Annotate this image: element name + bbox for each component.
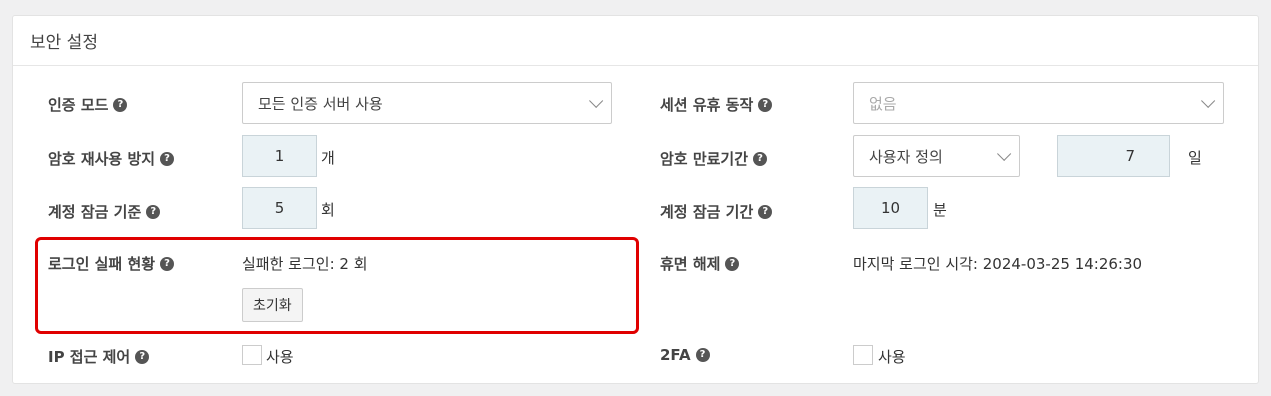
last-login-time: 마지막 로그인 시각: 2024-03-25 14:26:30 xyxy=(853,255,1143,273)
panel-title: 보안 설정 xyxy=(13,16,1258,66)
question-circle-icon[interactable]: ? xyxy=(758,97,773,112)
ip-access-label: IP 접근 제어 ? xyxy=(48,346,150,367)
question-circle-icon[interactable]: ? xyxy=(135,349,150,364)
lock-duration-input[interactable]: 10 xyxy=(853,187,928,229)
pw-expiry-mode-select[interactable]: 사용자 정의 xyxy=(853,135,1020,177)
lock-threshold-unit: 회 xyxy=(321,201,335,219)
chevron-down-icon xyxy=(1201,93,1216,108)
lock-threshold-input[interactable]: 5 xyxy=(242,187,317,229)
two-fa-checkbox-label: 사용 xyxy=(878,348,906,366)
pw-expiry-days-input[interactable]: 7 xyxy=(1057,135,1170,177)
reset-button[interactable]: 초기화 xyxy=(242,288,303,322)
login-fail-label: 로그인 실패 현황 ? xyxy=(48,253,175,274)
ip-access-checkbox-label: 사용 xyxy=(266,348,294,366)
question-circle-icon[interactable]: ? xyxy=(160,256,175,271)
question-circle-icon[interactable]: ? xyxy=(725,256,740,271)
question-circle-icon[interactable]: ? xyxy=(146,204,161,219)
session-idle-label: 세션 유휴 동작 ? xyxy=(660,94,773,115)
pw-reuse-input[interactable]: 1 xyxy=(242,135,317,177)
question-circle-icon[interactable]: ? xyxy=(753,151,768,166)
question-circle-icon[interactable]: ? xyxy=(758,204,773,219)
question-circle-icon[interactable]: ? xyxy=(113,97,128,112)
pw-expiry-label: 암호 만료기간 ? xyxy=(660,148,768,169)
ip-access-checkbox[interactable] xyxy=(242,345,262,365)
two-fa-checkbox[interactable] xyxy=(853,345,873,365)
lock-threshold-label: 계정 잠금 기준 ? xyxy=(48,201,161,222)
chevron-down-icon xyxy=(997,146,1012,161)
chevron-down-icon xyxy=(589,93,604,108)
lock-duration-label: 계정 잠금 기간 ? xyxy=(660,201,773,222)
lock-duration-unit: 분 xyxy=(933,201,947,219)
session-idle-select[interactable]: 없음 xyxy=(853,82,1224,124)
question-circle-icon[interactable]: ? xyxy=(695,348,710,362)
auth-mode-select[interactable]: 모든 인증 서버 사용 xyxy=(242,82,612,124)
login-fail-count: 실패한 로그인: 2 회 xyxy=(242,255,368,273)
login-fail-highlight-box xyxy=(35,237,639,334)
pw-expiry-unit: 일 xyxy=(1188,149,1202,167)
two-fa-label: 2FA ? xyxy=(660,346,710,364)
question-circle-icon[interactable]: ? xyxy=(160,151,175,166)
dormant-release-label: 휴면 해제 ? xyxy=(660,253,740,274)
pw-reuse-unit: 개 xyxy=(321,149,335,167)
auth-mode-label: 인증 모드 ? xyxy=(48,94,128,115)
pw-reuse-label: 암호 재사용 방지 ? xyxy=(48,148,175,169)
